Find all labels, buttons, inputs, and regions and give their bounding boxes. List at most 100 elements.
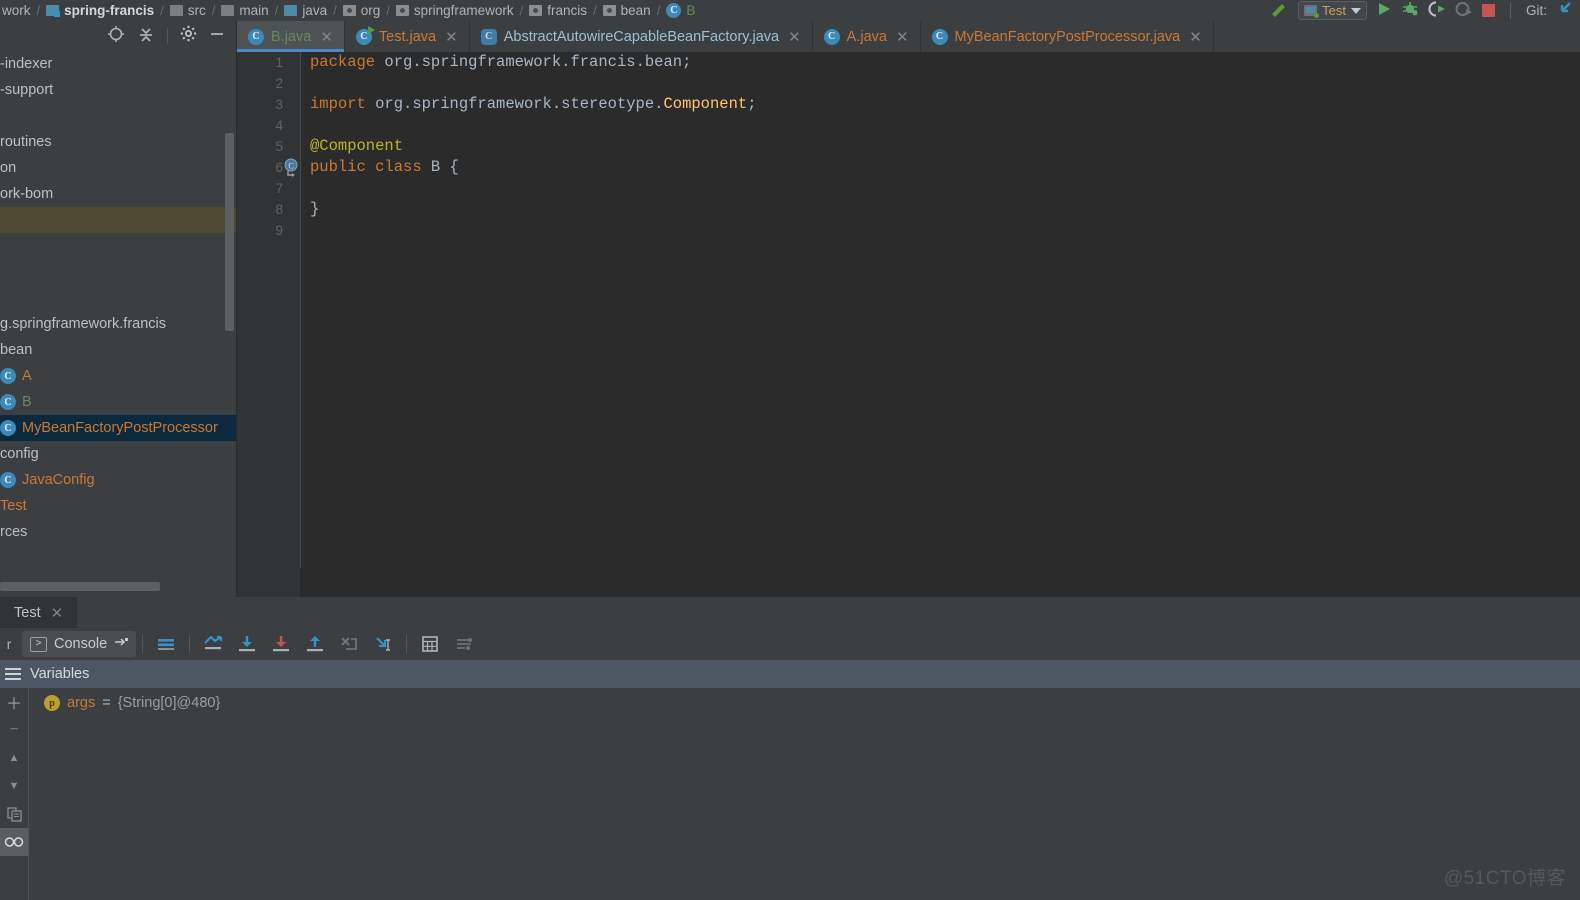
source-folder-icon [284, 5, 298, 16]
move-down-button[interactable]: ▼ [0, 772, 28, 800]
pin-icon[interactable] [114, 635, 129, 653]
step-into-icon[interactable] [264, 628, 298, 660]
breadcrumb-label: java [302, 3, 328, 18]
tree-item-highlight[interactable] [0, 207, 237, 233]
git-label: Git: [1525, 3, 1547, 18]
breadcrumb-label: francis [547, 3, 588, 18]
move-up-button[interactable]: ▲ [0, 744, 28, 772]
close-icon[interactable]: ✕ [788, 28, 801, 46]
tree-item-label: rces [0, 524, 28, 540]
breadcrumb-label: B [686, 3, 696, 18]
breadcrumb-item-src[interactable]: src [168, 3, 208, 18]
tree-item[interactable]: -support [0, 77, 237, 103]
tree-item-resources[interactable]: rces [0, 519, 237, 545]
tree-item-class-mybeanfactorypostprocessor[interactable]: C MyBeanFactoryPostProcessor [0, 415, 237, 441]
tree-item[interactable]: on [0, 155, 237, 181]
breadcrumb-item-class-b[interactable]: C B [664, 3, 697, 18]
editor-tab-test-java[interactable]: C Test.java ✕ [345, 21, 470, 52]
settings-gear-icon[interactable] [180, 25, 197, 47]
variable-row-args[interactable]: p args = {String[0]@480} [44, 695, 220, 711]
editor-tab-abstractautowirecapablebeanfactory-java[interactable]: C AbstractAutowireCapableBeanFactory.jav… [470, 21, 813, 52]
breadcrumb-separator: / [274, 3, 279, 18]
tree-item-class-javaconfig[interactable]: C JavaConfig [0, 467, 237, 493]
tree-item[interactable]: routines [0, 129, 237, 155]
tree-item-class-a[interactable]: C A [0, 363, 237, 389]
remove-watch-button[interactable]: − [0, 716, 28, 744]
breadcrumb-item-module[interactable]: spring-francis [44, 3, 156, 18]
step-out-icon[interactable] [298, 628, 332, 660]
watermark: @51CTO博客 [1443, 868, 1566, 889]
tree-item-class-test[interactable]: Test [0, 493, 237, 519]
evaluate-expression-icon[interactable] [413, 628, 447, 660]
line-number: 4 [275, 118, 283, 133]
step-over-icon[interactable] [230, 628, 264, 660]
close-icon[interactable]: ✕ [1189, 28, 1202, 46]
breadcrumb-item-org[interactable]: org [341, 3, 383, 18]
breadcrumb-item-springframework[interactable]: springframework [394, 3, 516, 18]
run-to-cursor-icon[interactable] [366, 628, 400, 660]
class-icon: C [0, 394, 16, 410]
show-execution-point-icon[interactable] [196, 628, 230, 660]
tree-item-spacer [0, 259, 237, 285]
code-line: 1 package org.springframework.francis.be… [237, 52, 1580, 73]
variables-header-label: Variables [30, 666, 90, 682]
profile-icon[interactable] [1455, 1, 1473, 20]
editor-tab-b-java[interactable]: C B.java ✕ [237, 21, 345, 52]
breadcrumb-item-francis[interactable]: francis [527, 3, 589, 18]
code-editor[interactable]: 1 package org.springframework.francis.be… [237, 52, 1580, 597]
hammer-icon[interactable] [1269, 1, 1289, 20]
run-icon[interactable] [1376, 1, 1392, 20]
close-icon[interactable]: ✕ [320, 28, 333, 46]
hide-panel-icon[interactable] [209, 26, 225, 47]
stop-icon[interactable] [1481, 4, 1495, 17]
project-vertical-scrollbar[interactable] [225, 133, 234, 331]
tree-item-package-config[interactable]: config [0, 441, 237, 467]
line-number: 7 [275, 181, 283, 196]
tree-item-class-b[interactable]: C B [0, 389, 237, 415]
debug-session-tab-test[interactable]: Test ✕ [0, 597, 78, 628]
breadcrumb-item-bean[interactable]: bean [601, 3, 653, 18]
breadcrumb-item-main[interactable]: main [219, 3, 270, 18]
line-number: 2 [275, 76, 283, 91]
project-tool-window: -indexer -support routines on ork-bom g.… [0, 21, 237, 597]
tree-item[interactable]: -indexer [0, 51, 237, 77]
variable-value: {String[0]@480} [117, 695, 221, 711]
svg-text:C: C [288, 162, 293, 171]
code-line: 8 } [237, 199, 1580, 220]
close-icon[interactable]: ✕ [445, 28, 458, 46]
watches-toggle-button[interactable] [0, 828, 28, 856]
run-configuration-selector[interactable]: Test [1298, 1, 1367, 20]
toolbar-divider [189, 635, 191, 653]
class-icon: C [666, 3, 682, 18]
breadcrumb-separator: / [386, 3, 390, 18]
code-lines: 1 package org.springframework.francis.be… [237, 52, 1580, 241]
close-icon[interactable]: ✕ [51, 604, 64, 622]
close-icon[interactable]: ✕ [896, 28, 909, 46]
select-opened-file-icon[interactable] [107, 25, 125, 48]
variables-gutter-divider [28, 688, 29, 900]
tree-item[interactable]: ork-bom [0, 181, 237, 207]
code-text: @Component [310, 137, 404, 155]
project-horizontal-scrollbar[interactable] [0, 582, 160, 591]
class-icon: C [931, 28, 948, 45]
editor-tab-mybeanfactorypostprocessor-java[interactable]: C MyBeanFactoryPostProcessor.java ✕ [921, 21, 1214, 52]
add-watch-button[interactable]: ＋ [0, 688, 28, 716]
tree-item-package[interactable]: g.springframework.francis [0, 311, 237, 337]
collapse-all-icon[interactable] [137, 25, 155, 48]
tree-item-package[interactable]: bean [0, 337, 237, 363]
debug-icon[interactable] [1401, 1, 1419, 20]
copy-icon[interactable] [0, 800, 28, 828]
update-project-icon[interactable] [1556, 1, 1574, 20]
variables-header[interactable]: Variables [0, 660, 1580, 688]
layout-settings-icon[interactable] [149, 628, 183, 660]
breadcrumb-label: spring-francis [64, 3, 155, 18]
folder-icon [169, 5, 183, 16]
editor-tab-a-java[interactable]: C A.java ✕ [813, 21, 921, 52]
spring-bean-icon[interactable]: C [283, 158, 300, 177]
breadcrumb-item-work[interactable]: work [0, 3, 33, 18]
run-with-coverage-icon[interactable] [1428, 1, 1446, 20]
breadcrumb-item-java[interactable]: java [282, 3, 329, 18]
console-tab-button[interactable]: > Console [22, 631, 137, 657]
breadcrumb-separator: / [36, 3, 41, 18]
code-line: 7 [237, 178, 1580, 199]
